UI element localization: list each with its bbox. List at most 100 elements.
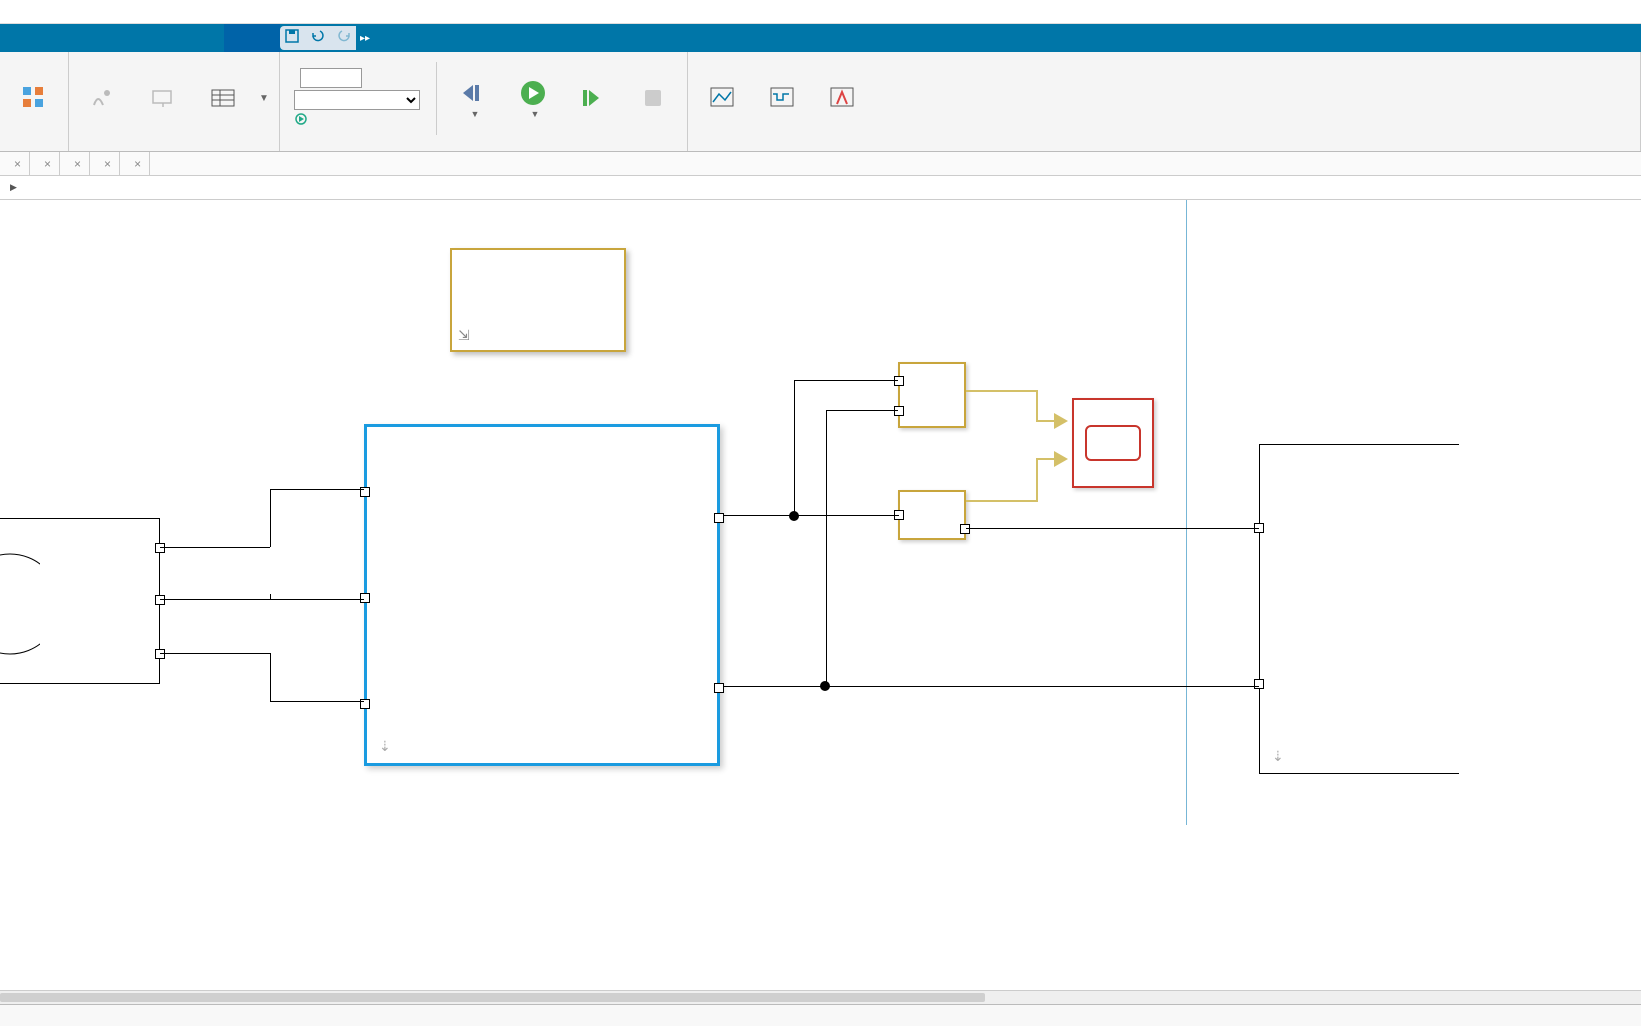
chevron-down-icon: ▼ — [470, 109, 479, 119]
signal-wire[interactable] — [966, 500, 1036, 502]
add-viewer-icon — [149, 84, 177, 112]
signal-wire[interactable] — [966, 390, 1036, 392]
doc-tab[interactable]: × — [90, 152, 120, 175]
block-powergui[interactable]: ⇲ — [450, 248, 626, 352]
add-viewer-button[interactable] — [135, 63, 191, 135]
close-icon[interactable]: × — [74, 157, 81, 171]
port[interactable] — [714, 513, 724, 523]
run-button[interactable]: ▼ — [505, 63, 561, 135]
wire[interactable] — [826, 410, 898, 411]
status-bar — [0, 1004, 1641, 1026]
wire[interactable] — [794, 380, 898, 381]
simulation-mode-select[interactable] — [294, 90, 420, 110]
ribbon-tabstrip: ▸▸ — [0, 24, 1641, 52]
signal-wire[interactable] — [1036, 390, 1038, 420]
signal-wire[interactable] — [1036, 458, 1056, 460]
group-review-label — [688, 145, 1640, 151]
logic-analyzer-button[interactable] — [754, 63, 810, 135]
doc-tab[interactable]: × — [60, 152, 90, 175]
breadcrumb[interactable]: ▶ — [0, 176, 1641, 200]
close-icon[interactable]: × — [44, 157, 51, 171]
block-dc-rlc-load[interactable]: ⇣ — [1259, 444, 1459, 774]
wire[interactable] — [724, 686, 1259, 687]
scrollbar-thumb[interactable] — [0, 993, 985, 1002]
stop-button[interactable] — [625, 63, 681, 135]
block-current-measurement[interactable] — [898, 490, 966, 540]
model-canvas[interactable]: ⇲ ⇣ — [0, 200, 1641, 870]
doc-tab[interactable]: × — [0, 152, 30, 175]
library-browser-button[interactable] — [6, 63, 62, 135]
wire[interactable] — [270, 653, 271, 701]
link-icon: ⇲ — [458, 327, 470, 344]
signal-wire[interactable] — [1036, 458, 1038, 502]
scope-screen-icon — [1085, 425, 1141, 461]
signal-wire[interactable] — [1036, 420, 1056, 422]
tab-format[interactable] — [112, 24, 168, 52]
wire[interactable] — [270, 489, 271, 547]
doc-tab[interactable]: × — [30, 152, 60, 175]
tab-block[interactable] — [224, 24, 280, 52]
block-pwm-rectifier[interactable]: ⇣ — [364, 424, 720, 766]
quick-access-toolbar — [280, 26, 356, 50]
library-browser-icon — [20, 84, 48, 112]
logic-analyzer-icon — [768, 84, 796, 112]
tab-apps[interactable] — [168, 24, 224, 52]
document-tabstrip: × × × × × — [0, 152, 1641, 176]
tab-debug[interactable] — [0, 24, 56, 52]
signal-table-icon — [209, 84, 237, 112]
step-back-button[interactable]: ▼ — [445, 63, 501, 135]
signal-arrow-icon — [1054, 413, 1068, 429]
data-inspector-icon — [708, 84, 736, 112]
fast-restart-icon[interactable] — [294, 112, 308, 129]
birds-eye-icon — [828, 84, 856, 112]
wire[interactable] — [826, 410, 827, 686]
save-icon[interactable] — [284, 28, 300, 49]
port[interactable] — [360, 593, 370, 603]
wire[interactable] — [160, 599, 364, 600]
wire[interactable] — [794, 380, 795, 515]
port[interactable] — [960, 524, 970, 534]
arrow-down-icon: ⇣ — [379, 738, 391, 755]
group-prepare-label — [69, 145, 279, 151]
group-library-label — [0, 145, 68, 151]
port[interactable] — [155, 595, 165, 605]
junction-node[interactable] — [820, 681, 830, 691]
wire[interactable] — [160, 653, 270, 654]
chevron-down-icon: ▼ — [530, 109, 539, 119]
port[interactable] — [894, 376, 904, 386]
port[interactable] — [894, 406, 904, 416]
block-source[interactable] — [0, 518, 160, 684]
prepare-expand-icon[interactable]: ▼ — [255, 93, 273, 104]
block-voltage-measurement[interactable] — [898, 362, 966, 428]
doc-tab[interactable]: × — [120, 152, 150, 175]
wire[interactable] — [966, 528, 1259, 529]
tab-modeling[interactable] — [56, 24, 112, 52]
wire[interactable] — [270, 489, 364, 490]
close-icon[interactable]: × — [134, 157, 141, 171]
data-inspector-button[interactable] — [694, 63, 750, 135]
redo-icon[interactable] — [336, 28, 352, 49]
signal-table-button[interactable] — [195, 63, 251, 135]
port[interactable] — [155, 649, 165, 659]
step-forward-button[interactable] — [565, 63, 621, 135]
wire[interactable] — [724, 515, 899, 516]
close-icon[interactable]: × — [14, 157, 21, 171]
qat-expand-icon[interactable]: ▸▸ — [356, 24, 374, 52]
log-signals-button[interactable] — [75, 63, 131, 135]
block-scope[interactable] — [1072, 398, 1154, 488]
wire[interactable] — [270, 701, 364, 702]
close-icon[interactable]: × — [104, 157, 111, 171]
wire[interactable] — [160, 547, 270, 548]
port[interactable] — [714, 683, 724, 693]
birds-eye-scope-button[interactable] — [814, 63, 870, 135]
horizontal-scrollbar[interactable] — [0, 990, 1641, 1004]
port[interactable] — [1254, 679, 1264, 689]
stop-time-input[interactable] — [300, 68, 362, 88]
stop-icon — [639, 84, 667, 112]
signal-arrow-icon — [1054, 451, 1068, 467]
run-icon — [519, 79, 547, 107]
guide-line — [1186, 200, 1187, 825]
undo-icon[interactable] — [310, 28, 326, 49]
arrow-down-icon: ⇣ — [1272, 748, 1284, 765]
port[interactable] — [155, 543, 165, 553]
